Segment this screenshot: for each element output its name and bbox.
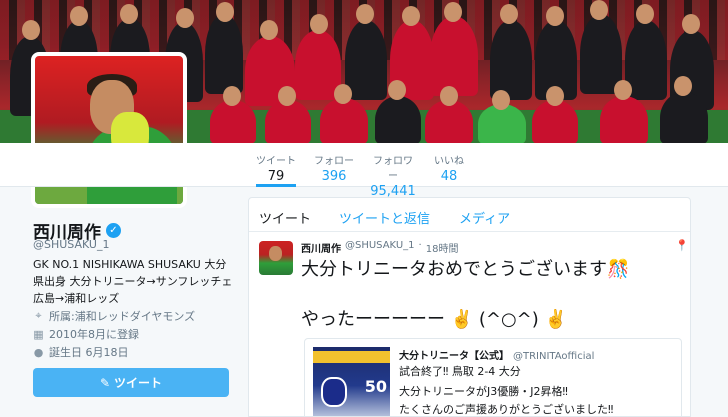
profile-handle[interactable]: @SHUSAKU_1 [33, 238, 109, 251]
balloon-icon: ● [33, 345, 44, 359]
stat-tweets[interactable]: ツイート 79 [256, 152, 296, 187]
quoted-author-name: 大分トリニータ【公式】 [399, 351, 509, 362]
tab-tweets-replies[interactable]: ツイートと返信 [339, 208, 430, 227]
compose-icon: ✎ [99, 375, 111, 390]
quoted-tweet[interactable]: 50 大分トリニータ【公式】 @TRINITAofficial 試合終了‼︎ 鳥取… [304, 338, 682, 416]
tab-media[interactable]: メディア [459, 208, 510, 227]
location-text: 所属:浦和レッドダイヤモンズ [49, 310, 196, 323]
profile-birthday: ● 誕生日 6月18日 [33, 344, 129, 360]
quoted-image-number: 50 [364, 377, 387, 396]
quoted-line2: 大分トリニータがJ3優勝・J2昇格‼︎ [399, 385, 568, 398]
birthday-text: 誕生日 6月18日 [49, 346, 129, 359]
stat-followers[interactable]: フォロワー 95,441 [370, 152, 416, 199]
timeline: ツイート ツイートと返信 メディア 西川周作 @SHUSAKU_1 · 18時間… [248, 197, 691, 417]
tweet-author-name[interactable]: 西川周作 [301, 240, 341, 255]
stat-following[interactable]: フォロー 396 [312, 152, 356, 184]
tweet-author-handle[interactable]: @SHUSAKU_1 [345, 240, 415, 255]
pin-icon: 📍 [675, 239, 689, 252]
timeline-tabs: ツイート ツイートと返信 メディア [249, 198, 690, 232]
stat-label: フォロー [314, 156, 354, 167]
tweet-text-line2: やったーーーーー ✌️ (^○^) ✌️ [301, 309, 567, 330]
quoted-line1: 試合終了‼︎ 鳥取 2-4 大分 [399, 365, 521, 378]
quoted-tweet-image[interactable]: 50 [313, 347, 390, 416]
profile-nav: ツイート 79 フォロー 396 フォロワー 95,441 いいね 48 [0, 143, 728, 199]
tab-tweets[interactable]: ツイート [259, 208, 311, 227]
tweet-item[interactable]: 西川周作 @SHUSAKU_1 · 18時間 📍 大分トリニータおめでとうござい… [249, 233, 690, 416]
quoted-author: 大分トリニータ【公式】 @TRINITAofficial [399, 347, 594, 362]
joined-text: 2010年8月に登録 [49, 328, 139, 341]
quoted-author-handle: @TRINITAofficial [513, 351, 595, 362]
stat-value: 396 [321, 169, 347, 184]
stat-label: いいね [434, 156, 464, 167]
stat-label: ツイート [256, 156, 296, 167]
tweet-header: 西川周作 @SHUSAKU_1 · 18時間 [301, 240, 459, 255]
location-icon: ⌖ [35, 309, 42, 322]
quoted-line3: たくさんのご声援ありがとうございました‼︎ [399, 403, 614, 416]
stat-value: 48 [440, 169, 458, 184]
calendar-icon: ▦ [33, 327, 44, 341]
tweet-button-label: ツイート [114, 376, 163, 390]
profile-joined: ▦ 2010年8月に登録 [33, 326, 139, 342]
tweet-time[interactable]: 18時間 [426, 240, 459, 255]
profile-location: ⌖ 所属:浦和レッドダイヤモンズ [33, 308, 195, 324]
stat-value: 79 [267, 169, 285, 184]
tweet-text-line1: 大分トリニータおめでとうございます🎊 [301, 259, 630, 280]
stat-likes[interactable]: いいね 48 [434, 152, 464, 184]
tweet-button[interactable]: ✎ ツイート [33, 368, 229, 397]
stat-label: フォロワー [373, 156, 413, 182]
tweet-avatar[interactable] [259, 241, 293, 275]
verified-icon: ✓ [106, 223, 121, 238]
profile-bio: GK NO.1 NISHIKAWA SHUSAKU 大分県出身 大分トリニータ→… [33, 258, 233, 305]
